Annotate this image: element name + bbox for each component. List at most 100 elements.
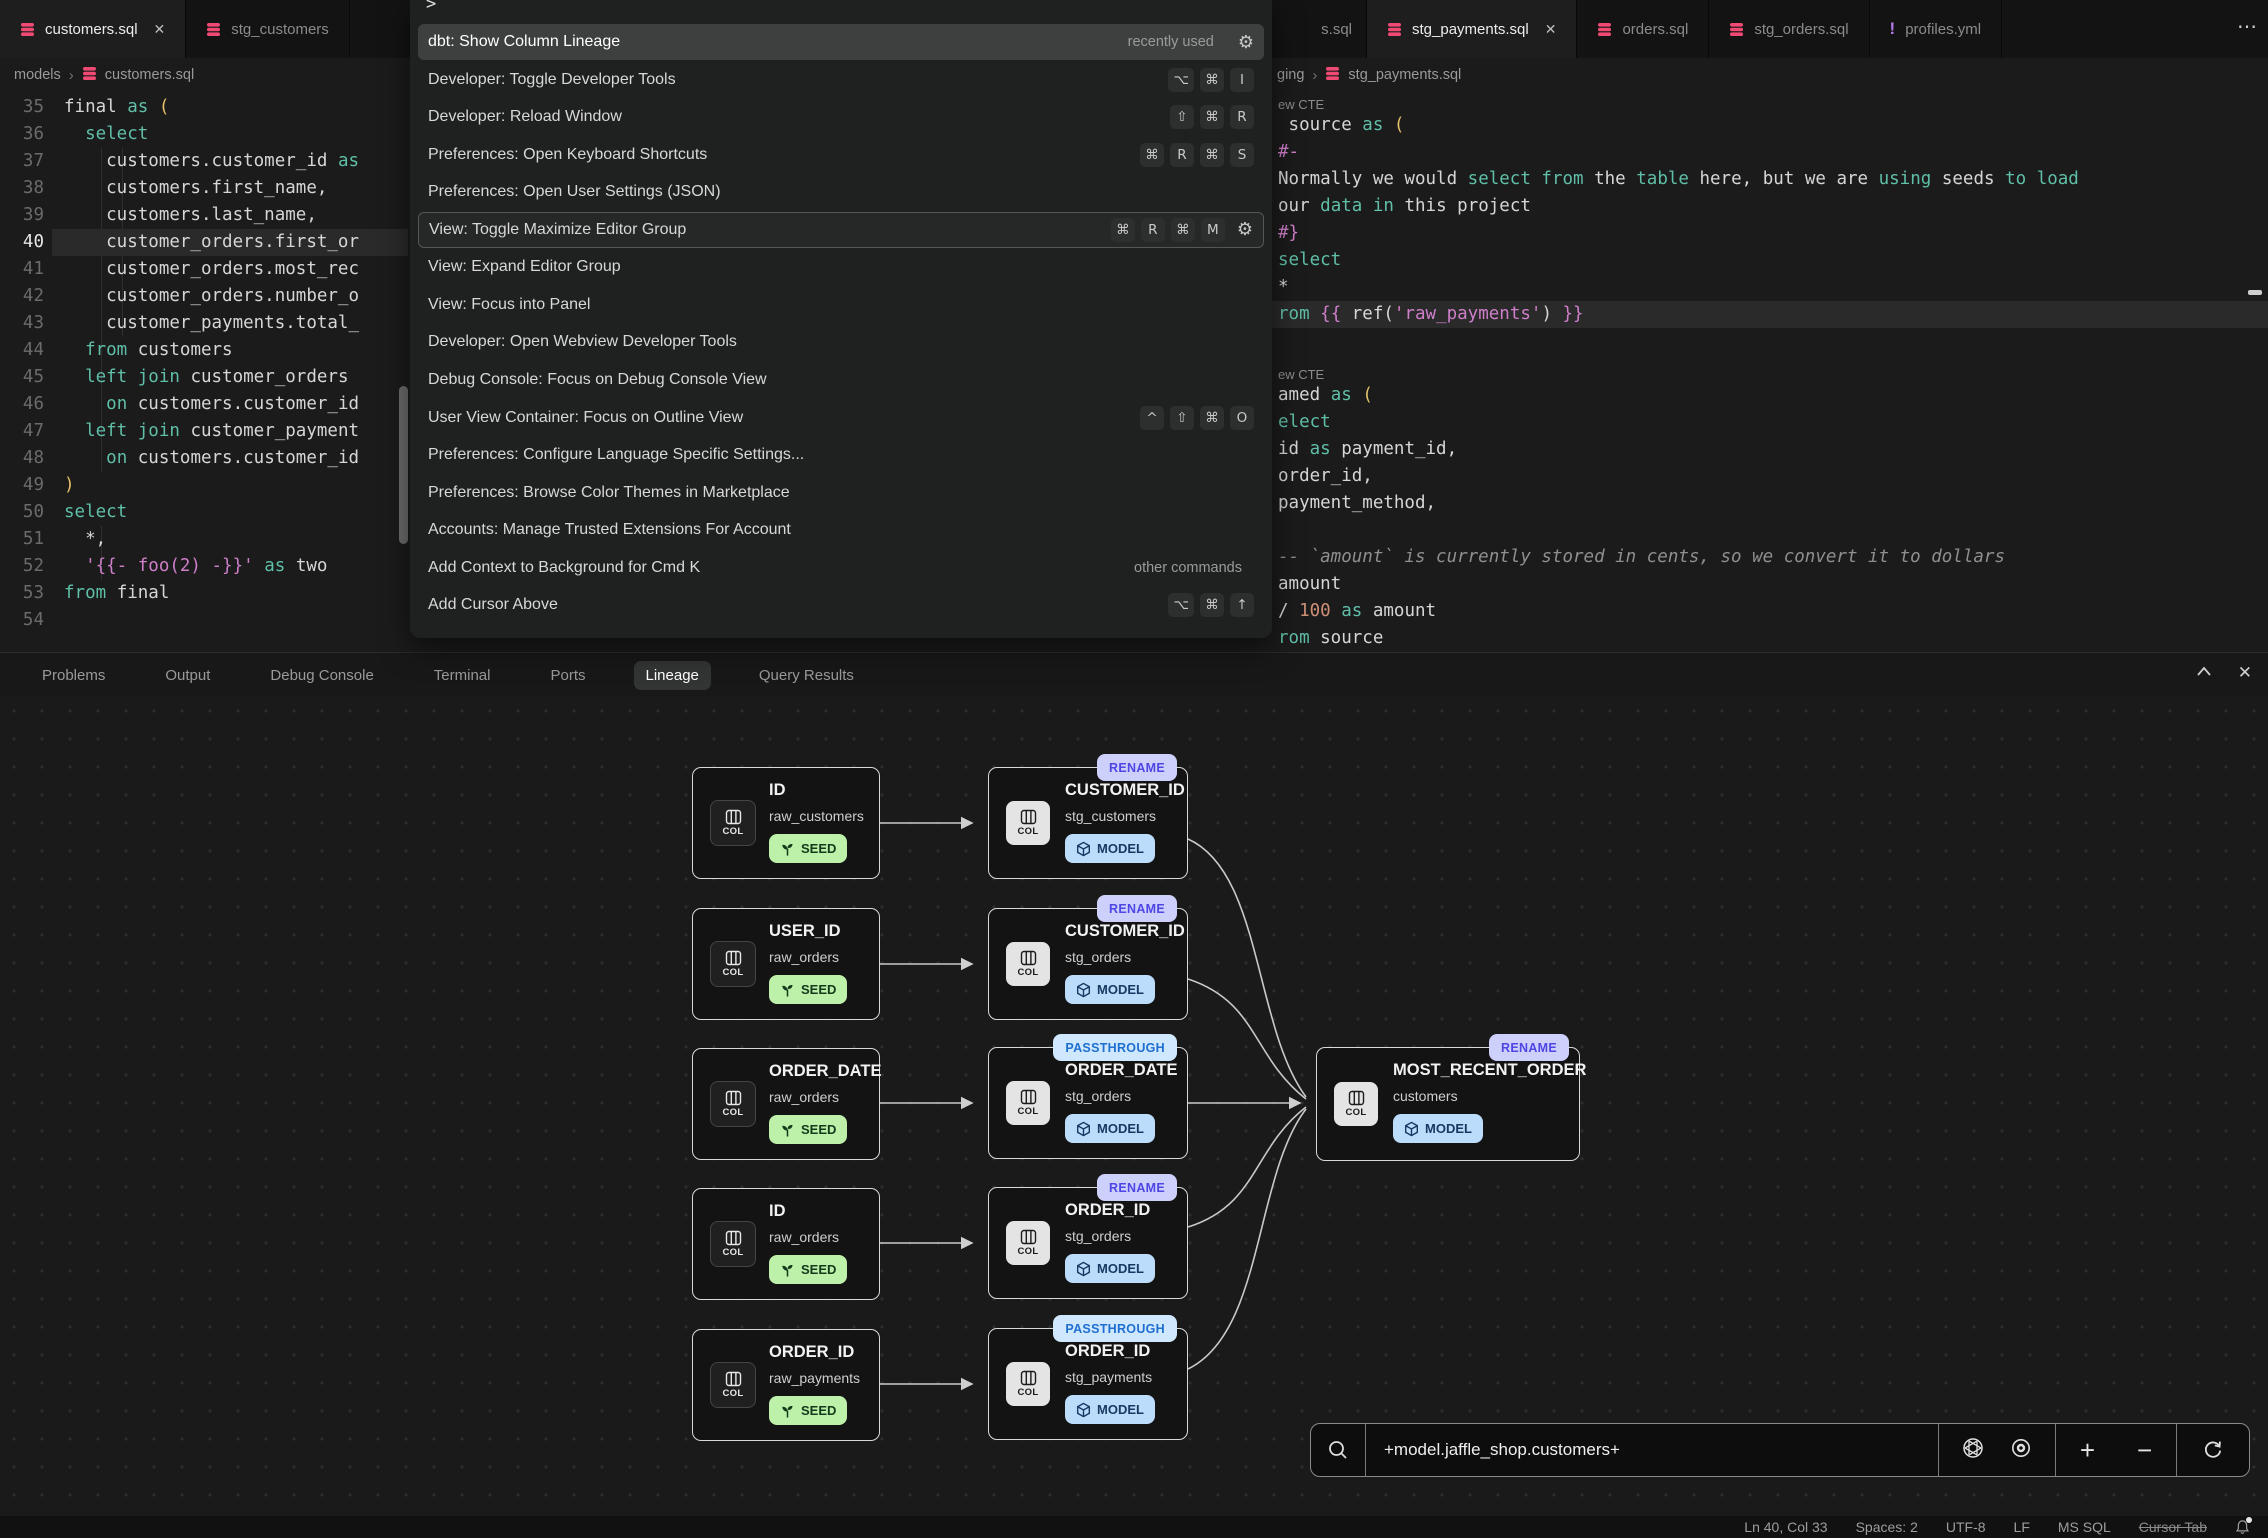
palette-item-debug-console-focus-on-debug-console-view[interactable]: Debug Console: Focus on Debug Console Vi… xyxy=(418,362,1264,398)
lineage-search-input[interactable] xyxy=(1366,1440,1938,1460)
tab-orders-sql[interactable]: orders.sql xyxy=(1577,0,1709,58)
palette-item-user-view-container-focus-on-outline-view[interactable]: User View Container: Focus on Outline Vi… xyxy=(418,400,1264,436)
keybinding-chip: R xyxy=(1170,143,1194,167)
panel-tab-query-results[interactable]: Query Results xyxy=(747,661,866,690)
lineage-node-order_id-stg_payments[interactable]: COLORDER_IDstg_paymentsMODELPASSTHROUGH xyxy=(988,1328,1188,1440)
lineage-node-id-raw_customers[interactable]: COLIDraw_customersSEED xyxy=(692,767,880,879)
lineage-node-order_id-stg_orders[interactable]: COLORDER_IDstg_ordersMODELRENAME xyxy=(988,1187,1188,1299)
lineage-node-user_id-raw_orders[interactable]: COLUSER_IDraw_ordersSEED xyxy=(692,908,880,1020)
lineage-node-most_recent_order-customers[interactable]: COLMOST_RECENT_ORDERcustomersMODELRENAME xyxy=(1316,1047,1580,1161)
line-number: 37 xyxy=(0,148,44,175)
column-icon: COL xyxy=(710,941,756,987)
tab-stg_orders-sql[interactable]: stg_orders.sql xyxy=(1709,0,1869,58)
configure-keybinding-icon[interactable]: ⚙ xyxy=(1238,32,1254,53)
lineage-node-order_date-raw_orders[interactable]: COLORDER_DATEraw_ordersSEED xyxy=(692,1048,880,1160)
database-icon xyxy=(20,22,35,37)
close-icon[interactable]: ✕ xyxy=(154,21,166,38)
lineage-node-customer_id-stg_customers[interactable]: COLCUSTOMER_IDstg_customersMODELRENAME xyxy=(988,767,1188,879)
code-line: '{{- foo(2) -}}' as two xyxy=(64,553,327,580)
panel-tab-problems[interactable]: Problems xyxy=(30,661,117,690)
palette-item-view-toggle-maximize-editor-group[interactable]: View: Toggle Maximize Editor Group⌘R⌘M⚙ xyxy=(418,212,1264,248)
node-title: ID xyxy=(769,781,786,800)
configure-keybinding-icon[interactable]: ⚙ xyxy=(1237,219,1253,240)
palette-item-label: Preferences: Browse Color Themes in Mark… xyxy=(428,484,790,502)
refresh-icon[interactable] xyxy=(2177,1424,2249,1476)
keybinding-chip: ⌘ xyxy=(1200,143,1224,167)
palette-item-preferences-configure-language-specific-settings[interactable]: Preferences: Configure Language Specific… xyxy=(418,437,1264,473)
palette-item-preferences-open-keyboard-shortcuts[interactable]: Preferences: Open Keyboard Shortcuts⌘R⌘S xyxy=(418,137,1264,173)
more-actions-icon[interactable]: ⋯ xyxy=(2237,14,2258,39)
lineage-search-input-wrap xyxy=(1366,1424,1939,1476)
status-item-spaces-2[interactable]: Spaces: 2 xyxy=(1856,1519,1918,1535)
lineage-node-order_id-raw_payments[interactable]: COLORDER_IDraw_paymentsSEED xyxy=(692,1329,880,1441)
panel-tab-lineage[interactable]: Lineage xyxy=(634,661,711,690)
palette-item-preferences-open-user-settings-json[interactable]: Preferences: Open User Settings (JSON) xyxy=(418,174,1264,210)
code-line: ) xyxy=(64,472,75,499)
notifications-bell-icon[interactable] xyxy=(2235,1519,2250,1535)
status-item-utf-8[interactable]: UTF-8 xyxy=(1946,1519,1986,1535)
code-line: customers.last_name, xyxy=(64,202,317,229)
panel-tab-debug-console[interactable]: Debug Console xyxy=(258,661,385,690)
editor-scrollbar[interactable] xyxy=(399,386,408,544)
line-number: 41 xyxy=(0,256,44,283)
lineage-graph-canvas[interactable]: COL ID raw_customers SEED COLUSER_IDraw_orde… xyxy=(0,697,2268,1517)
palette-item-add-context-to-background-for-cmd-k[interactable]: Add Context to Background for Cmd Kother… xyxy=(418,550,1264,586)
column-icon-label: COL xyxy=(1018,826,1039,837)
panel-tab-output[interactable]: Output xyxy=(153,661,222,690)
tab-customers-sql[interactable]: customers.sql✕ xyxy=(0,0,186,58)
status-item-lf[interactable]: LF xyxy=(2014,1519,2030,1535)
palette-item-label: Preferences: Open User Settings (JSON) xyxy=(428,183,721,201)
zoom-out-button[interactable]: − xyxy=(2133,1435,2156,1466)
panel-close-icon[interactable]: ✕ xyxy=(2238,663,2252,683)
close-icon[interactable]: ✕ xyxy=(1545,21,1557,38)
node-model-name: customers xyxy=(1393,1088,1458,1104)
palette-item-view-focus-into-panel[interactable]: View: Focus into Panel xyxy=(418,287,1264,323)
status-item-ln-40-col-33[interactable]: Ln 40, Col 33 xyxy=(1744,1519,1827,1535)
palette-item-view-expand-editor-group[interactable]: View: Expand Editor Group xyxy=(418,249,1264,285)
palette-item-accounts-manage-trusted-extensions-for-account[interactable]: Accounts: Manage Trusted Extensions For … xyxy=(418,512,1264,548)
tab-profiles-yml[interactable]: !profiles.yml xyxy=(1870,0,2003,58)
lineage-node-customer_id-stg_orders[interactable]: COLCUSTOMER_IDstg_ordersMODELRENAME xyxy=(988,908,1188,1020)
node-model-name: raw_customers xyxy=(769,808,864,824)
code-line: customers.first_name, xyxy=(64,175,327,202)
code-line: from customers xyxy=(64,337,233,364)
tab-stg_customers[interactable]: stg_customers xyxy=(186,0,350,58)
code-line: on customers.customer_id xyxy=(64,391,359,418)
zoom-in-button[interactable]: + xyxy=(2076,1435,2099,1466)
breadcrumb[interactable]: ging›stg_payments.sql xyxy=(1277,58,1461,92)
panel-maximize-icon[interactable] xyxy=(2196,664,2212,682)
node-title: MOST_RECENT_ORDER xyxy=(1393,1061,1586,1080)
palette-item-label: View: Focus into Panel xyxy=(428,296,590,314)
line-number: 48 xyxy=(0,445,44,472)
panel-tab-ports[interactable]: Ports xyxy=(538,661,597,690)
tab-s-sql[interactable]: s.sql xyxy=(1272,0,1367,58)
palette-item-developer-toggle-developer-tools[interactable]: Developer: Toggle Developer Tools⌥⌘I xyxy=(418,62,1264,98)
node-model-name: stg_orders xyxy=(1065,1088,1131,1104)
status-item-ms-sql[interactable]: MS SQL xyxy=(2058,1519,2111,1535)
keybinding-chip: ⌘ xyxy=(1200,105,1224,129)
status-item-cursor-tab[interactable]: Cursor Tab xyxy=(2139,1519,2207,1535)
aperture-icon[interactable] xyxy=(1962,1437,1984,1464)
code-editor-stg-payments[interactable]: ew CTE source as (#-Normally we would se… xyxy=(1272,92,2268,652)
column-icon: COL xyxy=(1006,1081,1050,1125)
palette-item-dbt-show-column-lineage[interactable]: dbt: Show Column Lineagerecently used⚙ xyxy=(418,24,1264,60)
palette-item-developer-open-webview-developer-tools[interactable]: Developer: Open Webview Developer Tools xyxy=(418,324,1264,360)
column-icon-label: COL xyxy=(723,967,744,978)
focus-target-icon[interactable] xyxy=(2010,1437,2032,1464)
line-number: 44 xyxy=(0,337,44,364)
palette-item-preferences-browse-color-themes-in-marketplace[interactable]: Preferences: Browse Color Themes in Mark… xyxy=(418,475,1264,511)
code-editor-customers[interactable]: 35final as (36 select37 customers.custom… xyxy=(0,92,408,652)
palette-item-add-cursor-above[interactable]: Add Cursor Above⌥⌘↑ xyxy=(418,587,1264,623)
model-badge: MODEL xyxy=(1065,834,1155,863)
line-number: 39 xyxy=(0,202,44,229)
breadcrumb[interactable]: models›customers.sql xyxy=(14,58,194,92)
code-line: our data in this project xyxy=(1278,193,1531,220)
code-line: select xyxy=(1278,247,1341,274)
lineage-node-id-raw_orders[interactable]: COLIDraw_ordersSEED xyxy=(692,1188,880,1300)
panel-tab-terminal[interactable]: Terminal xyxy=(422,661,503,690)
palette-item-developer-reload-window[interactable]: Developer: Reload Window⇧⌘R xyxy=(418,99,1264,135)
seed-badge: SEED xyxy=(769,1396,847,1425)
tab-stg_payments-sql[interactable]: stg_payments.sql✕ xyxy=(1367,0,1577,58)
seed-badge: SEED xyxy=(769,1255,847,1284)
lineage-node-order_date-stg_orders[interactable]: COLORDER_DATEstg_ordersMODELPASSTHROUGH xyxy=(988,1047,1188,1159)
